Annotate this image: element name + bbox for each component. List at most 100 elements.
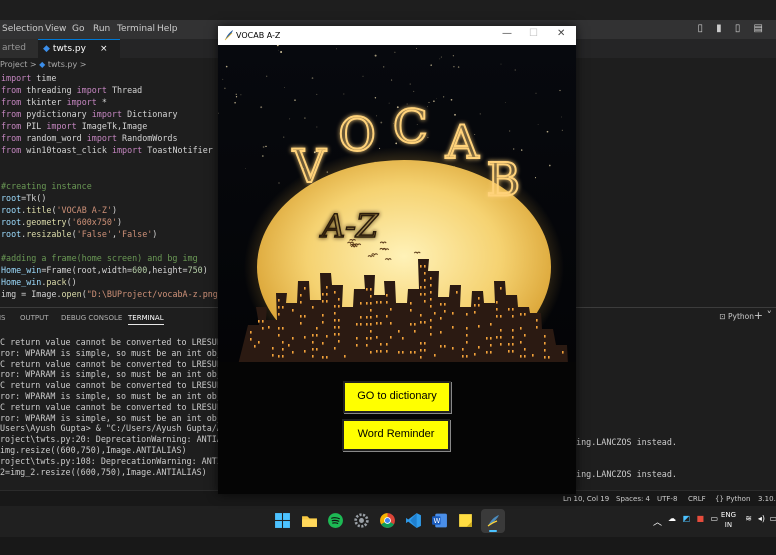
- lit-window: [424, 321, 426, 324]
- star: [440, 56, 442, 58]
- encoding[interactable]: UTF-8: [657, 495, 677, 503]
- lit-window: [360, 302, 362, 305]
- code-editor[interactable]: import time from threading import Thread f…: [1, 72, 228, 300]
- go-to-dictionary-button[interactable]: GO to dictionary: [343, 381, 451, 413]
- close-icon[interactable]: ×: [100, 44, 108, 54]
- lit-window: [440, 331, 442, 334]
- sticky-notes-icon[interactable]: [457, 512, 474, 529]
- lit-window: [282, 341, 284, 344]
- layout-toggle-icons[interactable]: ▯ ▮ ▯ ▤: [698, 23, 769, 34]
- tab-twts-py[interactable]: ◆ twts.py ×: [38, 39, 120, 59]
- wifi-icon[interactable]: ≋: [745, 514, 752, 523]
- lit-window: [440, 317, 442, 320]
- lit-window: [520, 355, 522, 358]
- lit-window: [370, 330, 372, 333]
- lit-window: [486, 337, 488, 340]
- minimize-icon[interactable]: —: [502, 28, 512, 39]
- python-file-icon: ◆: [39, 60, 46, 69]
- star: [514, 69, 516, 71]
- terminal-line: C return value cannot be converted to LR…: [0, 401, 227, 412]
- lit-window: [544, 349, 546, 352]
- terminal-profile-python[interactable]: ⊡ Python: [719, 312, 754, 321]
- menu-view[interactable]: View: [45, 24, 66, 34]
- line-ending[interactable]: CRLF: [688, 495, 706, 503]
- terminal-line: 2=img_2.resize((600,750),Image.ANTIALIAS…: [0, 466, 207, 477]
- terminal-output[interactable]: C return value cannot be converted to LR…: [0, 337, 232, 477]
- word-icon[interactable]: W: [431, 512, 448, 529]
- display-icon[interactable]: ▭: [710, 514, 718, 523]
- maximize-icon[interactable]: ☐: [529, 28, 538, 39]
- menu-help[interactable]: Help: [157, 24, 178, 34]
- security-icon[interactable]: ◩: [682, 514, 690, 523]
- code-line: img = Image.open("D:\BUProject/vocabA-z.…: [1, 289, 228, 299]
- lit-window: [444, 310, 446, 313]
- battery-icon[interactable]: ▭: [769, 514, 776, 523]
- volume-icon[interactable]: ◂): [758, 514, 765, 523]
- code-line: from PIL import ImageTk,Image: [1, 121, 148, 131]
- lit-window: [272, 347, 274, 350]
- lit-window: [338, 298, 340, 301]
- lit-window: [430, 333, 432, 336]
- close-icon[interactable]: ✕: [557, 28, 565, 39]
- lit-window: [390, 336, 392, 339]
- tab-debug-console[interactable]: DEBUG CONSOLE: [61, 314, 122, 322]
- lit-window: [326, 335, 328, 338]
- tk-feather-icon: [224, 30, 233, 41]
- terminal-line: C return value cannot be converted to LR…: [0, 337, 227, 347]
- lit-window: [386, 350, 388, 353]
- lit-window: [524, 355, 526, 358]
- python-app-active[interactable]: [481, 509, 505, 533]
- spotify-icon[interactable]: [327, 512, 344, 529]
- star: [224, 87, 226, 90]
- lit-window: [334, 319, 336, 322]
- lit-window: [466, 327, 468, 330]
- star: [304, 117, 306, 119]
- code-line: Home_win.pack(): [1, 277, 77, 287]
- tab-problems[interactable]: MS: [0, 314, 5, 322]
- lit-window: [292, 337, 294, 340]
- language-indicator[interactable]: ENG IN: [721, 510, 736, 530]
- word-reminder-button[interactable]: Word Reminder: [342, 419, 450, 451]
- tab-terminal[interactable]: TERMINAL: [128, 314, 164, 325]
- start-icon[interactable]: [274, 512, 291, 529]
- lit-window: [322, 314, 324, 317]
- menu-run[interactable]: Run: [93, 24, 110, 34]
- python-version[interactable]: 3.10.6: [758, 495, 776, 503]
- breadcrumb-file[interactable]: twts.py: [48, 60, 77, 69]
- code-line: root.resizable('False','False'): [1, 229, 158, 239]
- cursor-position[interactable]: Ln 10, Col 19: [563, 495, 609, 503]
- vscode-icon[interactable]: [405, 512, 422, 529]
- file-explorer-icon[interactable]: [301, 512, 318, 529]
- star: [388, 102, 390, 104]
- settings-gear-icon[interactable]: [353, 512, 370, 529]
- star: [391, 79, 393, 81]
- logo-letter: V: [292, 139, 334, 193]
- language-mode[interactable]: {} Python: [715, 495, 750, 503]
- star: [521, 149, 523, 151]
- terminal-line: sling.LANCZOS instead.: [566, 437, 677, 447]
- star: [280, 51, 283, 53]
- indent-setting[interactable]: Spaces: 4: [616, 495, 650, 503]
- window-title-bar[interactable]: VOCAB A-Z — ☐ ✕: [218, 26, 576, 45]
- svg-text:W: W: [434, 517, 441, 525]
- chevron-up-icon[interactable]: ︿: [653, 515, 662, 528]
- lit-window: [562, 351, 564, 354]
- breadcrumb-folder[interactable]: Project: [0, 60, 27, 69]
- new-terminal-button[interactable]: + ˅: [754, 309, 772, 322]
- lit-window: [356, 323, 358, 326]
- app-tray-icon[interactable]: ■: [696, 514, 704, 523]
- logo-a-z-text: A-Z: [319, 207, 379, 245]
- menu-terminal[interactable]: Terminal: [117, 24, 155, 34]
- menu-go[interactable]: Go: [72, 24, 84, 34]
- lit-window: [452, 326, 454, 329]
- lit-window: [300, 322, 302, 325]
- tab-get-started[interactable]: arted: [0, 39, 40, 58]
- tab-output[interactable]: OUTPUT: [20, 314, 49, 322]
- menu-selection[interactable]: Selection: [2, 24, 43, 34]
- lit-window: [444, 345, 446, 348]
- lit-window: [466, 313, 468, 316]
- onedrive-icon[interactable]: ☁: [668, 514, 676, 523]
- lit-window: [474, 304, 476, 307]
- chrome-icon[interactable]: [379, 512, 396, 529]
